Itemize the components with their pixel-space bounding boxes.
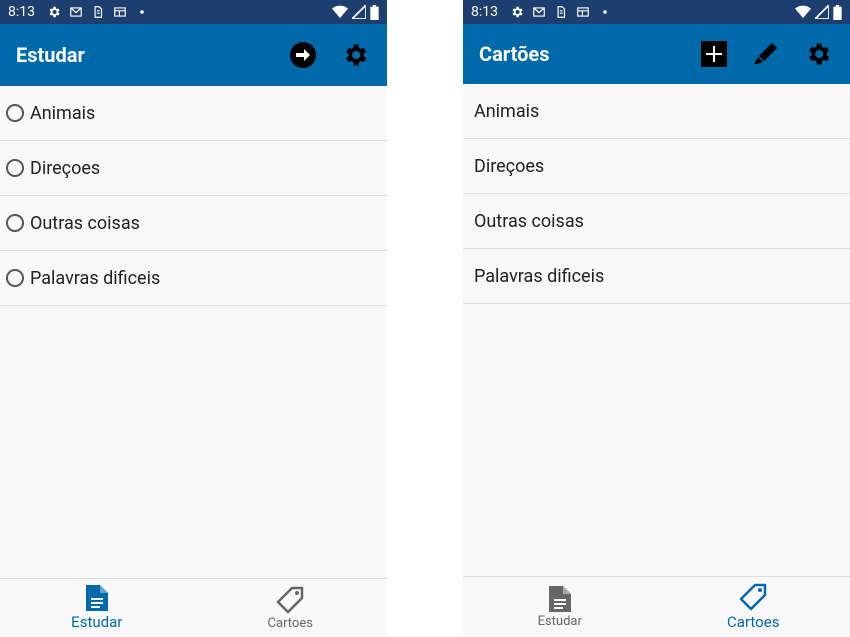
list-item[interactable]: Animais (0, 86, 387, 141)
battery-icon (370, 4, 379, 20)
list-item-label: Outras coisas (30, 212, 140, 234)
deck-list: Animais Direçoes Outras coisas Palavras … (463, 84, 850, 304)
list-item-label: Outras coisas (474, 210, 584, 232)
radio-button[interactable] (6, 159, 24, 177)
status-bar: 8:13 (463, 0, 850, 24)
signal-icon (815, 5, 829, 19)
app-bar: Estudar (0, 24, 387, 86)
estudar-screen: 8:13 Estudar Animais Direçoes Outras coi… (0, 0, 387, 637)
dot-icon (140, 10, 144, 14)
list-item-label: Direçoes (30, 157, 101, 179)
edit-button[interactable] (746, 34, 786, 74)
gmail-notification-icon (533, 7, 545, 17)
wifi-icon (332, 5, 348, 18)
nav-tab-cartoes[interactable]: Cartoes (657, 577, 850, 637)
tag-icon (740, 583, 767, 611)
gmail-notification-icon (70, 7, 82, 17)
list-item-label: Animais (474, 100, 540, 122)
list-item[interactable]: Outras coisas (463, 194, 850, 249)
gear-icon (346, 44, 367, 66)
bottom-nav: Estudar Cartoes (463, 576, 850, 637)
status-time: 8:13 (8, 4, 35, 20)
sim-notification-icon (94, 6, 103, 18)
signal-icon (352, 5, 366, 19)
deck-list: Animais Direçoes Outras coisas Palavras … (0, 86, 387, 306)
document-icon (85, 585, 108, 611)
pencil-icon (754, 43, 777, 65)
start-study-button[interactable] (283, 35, 323, 75)
radio-button[interactable] (6, 269, 24, 287)
radio-button[interactable] (6, 214, 24, 232)
list-item[interactable]: Direçoes (463, 139, 850, 194)
list-item[interactable]: Animais (463, 84, 850, 139)
status-time: 8:13 (471, 4, 498, 20)
settings-notification-icon (49, 6, 60, 18)
sim-notification-icon (557, 6, 566, 18)
nav-label: Estudar (71, 613, 123, 631)
arrow-circle-right-icon (290, 42, 316, 68)
tag-icon (277, 586, 304, 613)
list-item-label: Palavras dificeis (30, 267, 161, 289)
list-item[interactable]: Outras coisas (0, 196, 387, 251)
nav-label: Cartoes (727, 613, 780, 631)
nav-label: Estudar (537, 613, 582, 629)
add-deck-button[interactable] (694, 34, 734, 74)
page-title: Cartões (479, 42, 550, 66)
radio-button[interactable] (6, 104, 24, 122)
battery-icon (833, 4, 842, 20)
document-icon (548, 585, 571, 612)
cartoes-screen: 8:13 Cartões Animais Direçoes Outras coi… (463, 0, 850, 637)
list-item-label: Animais (30, 102, 96, 124)
status-bar: 8:13 (0, 0, 387, 24)
window-notification-icon (114, 7, 126, 17)
gear-icon (809, 43, 830, 65)
settings-notification-icon (512, 6, 523, 18)
nav-label: Cartoes (267, 615, 313, 631)
window-notification-icon (577, 7, 589, 17)
settings-button[interactable] (798, 34, 838, 74)
app-bar: Cartões (463, 24, 850, 84)
list-item-label: Direçoes (474, 155, 545, 177)
nav-tab-estudar[interactable]: Estudar (463, 577, 657, 637)
add-box-icon (701, 41, 727, 67)
nav-tab-cartoes[interactable]: Cartoes (194, 579, 388, 637)
list-item[interactable]: Direçoes (0, 141, 387, 196)
list-item-label: Palavras dificeis (474, 265, 605, 287)
page-title: Estudar (16, 43, 85, 67)
dot-icon (603, 10, 607, 14)
list-item[interactable]: Palavras dificeis (0, 251, 387, 306)
nav-tab-estudar[interactable]: Estudar (0, 579, 194, 637)
wifi-icon (795, 5, 811, 18)
list-item[interactable]: Palavras dificeis (463, 249, 850, 304)
bottom-nav: Estudar Cartoes (0, 578, 387, 637)
settings-button[interactable] (335, 35, 375, 75)
